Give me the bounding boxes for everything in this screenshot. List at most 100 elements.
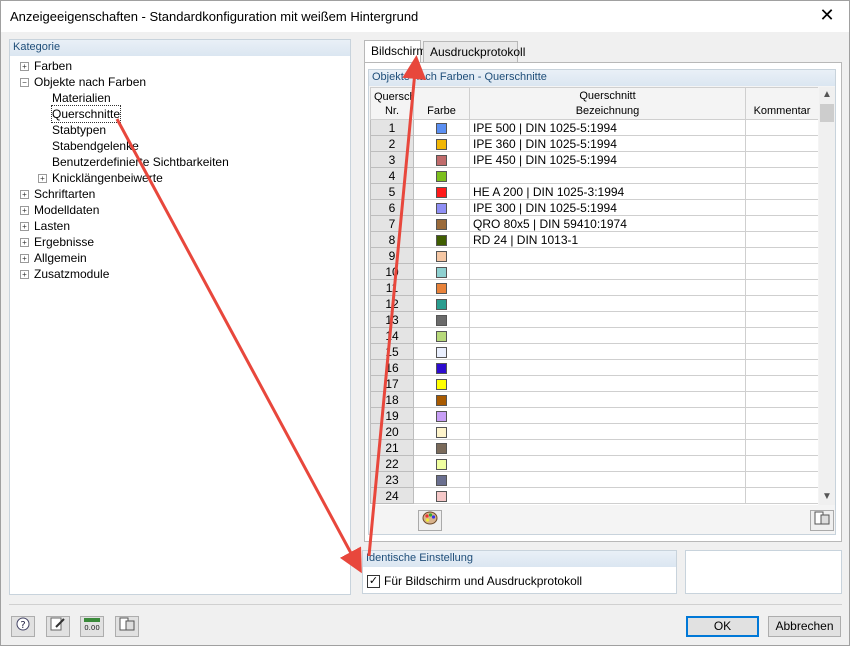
color-cell[interactable] (413, 215, 470, 232)
table-row[interactable]: 2 IPE 360 | DIN 1025-5:1994 (370, 135, 818, 152)
color-swatch[interactable] (436, 122, 447, 134)
tree-item-label[interactable]: Lasten (34, 218, 70, 234)
querschnitt-name[interactable] (469, 295, 746, 312)
table-row[interactable]: 7 QRO 80x5 | DIN 59410:1974 (370, 215, 818, 232)
table-row[interactable]: 24 (370, 487, 818, 504)
color-swatch[interactable] (436, 330, 447, 342)
row-number[interactable]: 21 (370, 439, 414, 456)
color-swatch[interactable] (436, 346, 447, 358)
row-number[interactable]: 14 (370, 327, 414, 344)
expand-icon[interactable]: + (38, 174, 47, 183)
row-number[interactable]: 6 (370, 199, 414, 216)
tree-item[interactable]: + Zusatzmodule (18, 266, 350, 282)
kommentar-cell[interactable] (745, 199, 818, 216)
querschnitt-name[interactable] (469, 263, 746, 280)
tree-item[interactable]: + Allgemein (18, 250, 350, 266)
table-row[interactable]: 15 (370, 343, 818, 360)
expand-icon[interactable]: + (20, 62, 29, 71)
tree-item[interactable]: Benutzerdefinierte Sichtbarkeiten (18, 154, 350, 170)
tree-item[interactable]: + Schriftarten (18, 186, 350, 202)
color-cell[interactable] (413, 455, 470, 472)
color-swatch[interactable] (436, 170, 447, 182)
tree-item-label[interactable]: Knicklängenbeiwerte (52, 170, 163, 186)
identisch-checkbox[interactable]: ✓ (367, 575, 380, 588)
color-cell[interactable] (413, 263, 470, 280)
tree-item-label[interactable]: Ergebnisse (34, 234, 94, 250)
kommentar-cell[interactable] (745, 279, 818, 296)
table-row[interactable]: 21 (370, 439, 818, 456)
querschnitt-name[interactable]: HE A 200 | DIN 1025-3:1994 (469, 183, 746, 200)
color-cell[interactable] (413, 119, 470, 136)
tree-item-label[interactable]: Objekte nach Farben (34, 74, 146, 90)
table-row[interactable]: 11 (370, 279, 818, 296)
kommentar-cell[interactable] (745, 343, 818, 360)
querschnitt-name[interactable] (469, 375, 746, 392)
kommentar-cell[interactable] (745, 119, 818, 136)
color-cell[interactable] (413, 183, 470, 200)
row-number[interactable]: 8 (370, 231, 414, 248)
color-swatch[interactable] (436, 426, 447, 438)
table-row[interactable]: 12 (370, 295, 818, 312)
table-row[interactable]: 14 (370, 327, 818, 344)
querschnitt-name[interactable] (469, 311, 746, 328)
tree-item-label[interactable]: Allgemein (34, 250, 87, 266)
querschnitt-name[interactable] (469, 343, 746, 360)
help-button[interactable]: ? (11, 616, 35, 637)
kommentar-cell[interactable] (745, 359, 818, 376)
scroll-down-icon[interactable]: ▼ (819, 489, 835, 505)
kommentar-cell[interactable] (745, 183, 818, 200)
scroll-up-icon[interactable]: ▲ (819, 87, 835, 103)
color-swatch[interactable] (436, 282, 447, 294)
expand-icon[interactable]: + (20, 190, 29, 199)
table-row[interactable]: 3 IPE 450 | DIN 1025-5:1994 (370, 151, 818, 168)
color-swatch[interactable] (436, 138, 447, 150)
table-row[interactable]: 8 RD 24 | DIN 1013-1 (370, 231, 818, 248)
kommentar-cell[interactable] (745, 247, 818, 264)
querschnitt-name[interactable] (469, 407, 746, 424)
querschnitt-name[interactable] (469, 423, 746, 440)
table-row[interactable]: 20 (370, 423, 818, 440)
kommentar-cell[interactable] (745, 391, 818, 408)
identisch-checkbox-label[interactable]: Für Bildschirm und Ausdruckprotokoll (384, 574, 582, 588)
collapse-icon[interactable]: − (20, 78, 29, 87)
table-row[interactable]: 18 (370, 391, 818, 408)
color-swatch[interactable] (436, 298, 447, 310)
tree-item[interactable]: + Knicklängenbeiwerte (18, 170, 350, 186)
color-swatch[interactable] (436, 362, 447, 374)
tree-item[interactable]: Stabendgelenke (18, 138, 350, 154)
kommentar-cell[interactable] (745, 471, 818, 488)
tree-item-label[interactable]: Materialien (52, 90, 111, 106)
tree-item[interactable]: Stabtypen (18, 122, 350, 138)
tree-item[interactable]: Querschnitte (18, 105, 350, 123)
row-number[interactable]: 1 (370, 119, 414, 136)
querschnitt-name[interactable] (469, 439, 746, 456)
querschnitt-name[interactable] (469, 471, 746, 488)
kommentar-cell[interactable] (745, 263, 818, 280)
expand-icon[interactable]: + (20, 238, 29, 247)
table-row[interactable]: 4 (370, 167, 818, 184)
tree-item-label[interactable]: Modelldaten (34, 202, 99, 218)
tree-item-label[interactable]: Querschnitte (50, 105, 122, 123)
color-cell[interactable] (413, 343, 470, 360)
color-swatch[interactable] (436, 218, 447, 230)
table-row[interactable]: 1 IPE 500 | DIN 1025-5:1994 (370, 119, 818, 136)
row-number[interactable]: 4 (370, 167, 414, 184)
tree-item-label[interactable]: Zusatzmodule (34, 266, 109, 282)
color-cell[interactable] (413, 247, 470, 264)
color-cell[interactable] (413, 311, 470, 328)
querschnitt-name[interactable]: QRO 80x5 | DIN 59410:1974 (469, 215, 746, 232)
expand-icon[interactable]: + (20, 206, 29, 215)
color-cell[interactable] (413, 359, 470, 376)
row-number[interactable]: 24 (370, 487, 414, 504)
tree-item-label[interactable]: Farben (34, 58, 72, 74)
color-swatch[interactable] (436, 394, 447, 406)
expand-icon[interactable]: + (20, 254, 29, 263)
color-swatch[interactable] (436, 458, 447, 470)
row-number[interactable]: 12 (370, 295, 414, 312)
expand-icon[interactable]: + (20, 270, 29, 279)
color-cell[interactable] (413, 279, 470, 296)
tree-item[interactable]: + Lasten (18, 218, 350, 234)
color-cell[interactable] (413, 471, 470, 488)
color-cell[interactable] (413, 423, 470, 440)
kommentar-cell[interactable] (745, 311, 818, 328)
